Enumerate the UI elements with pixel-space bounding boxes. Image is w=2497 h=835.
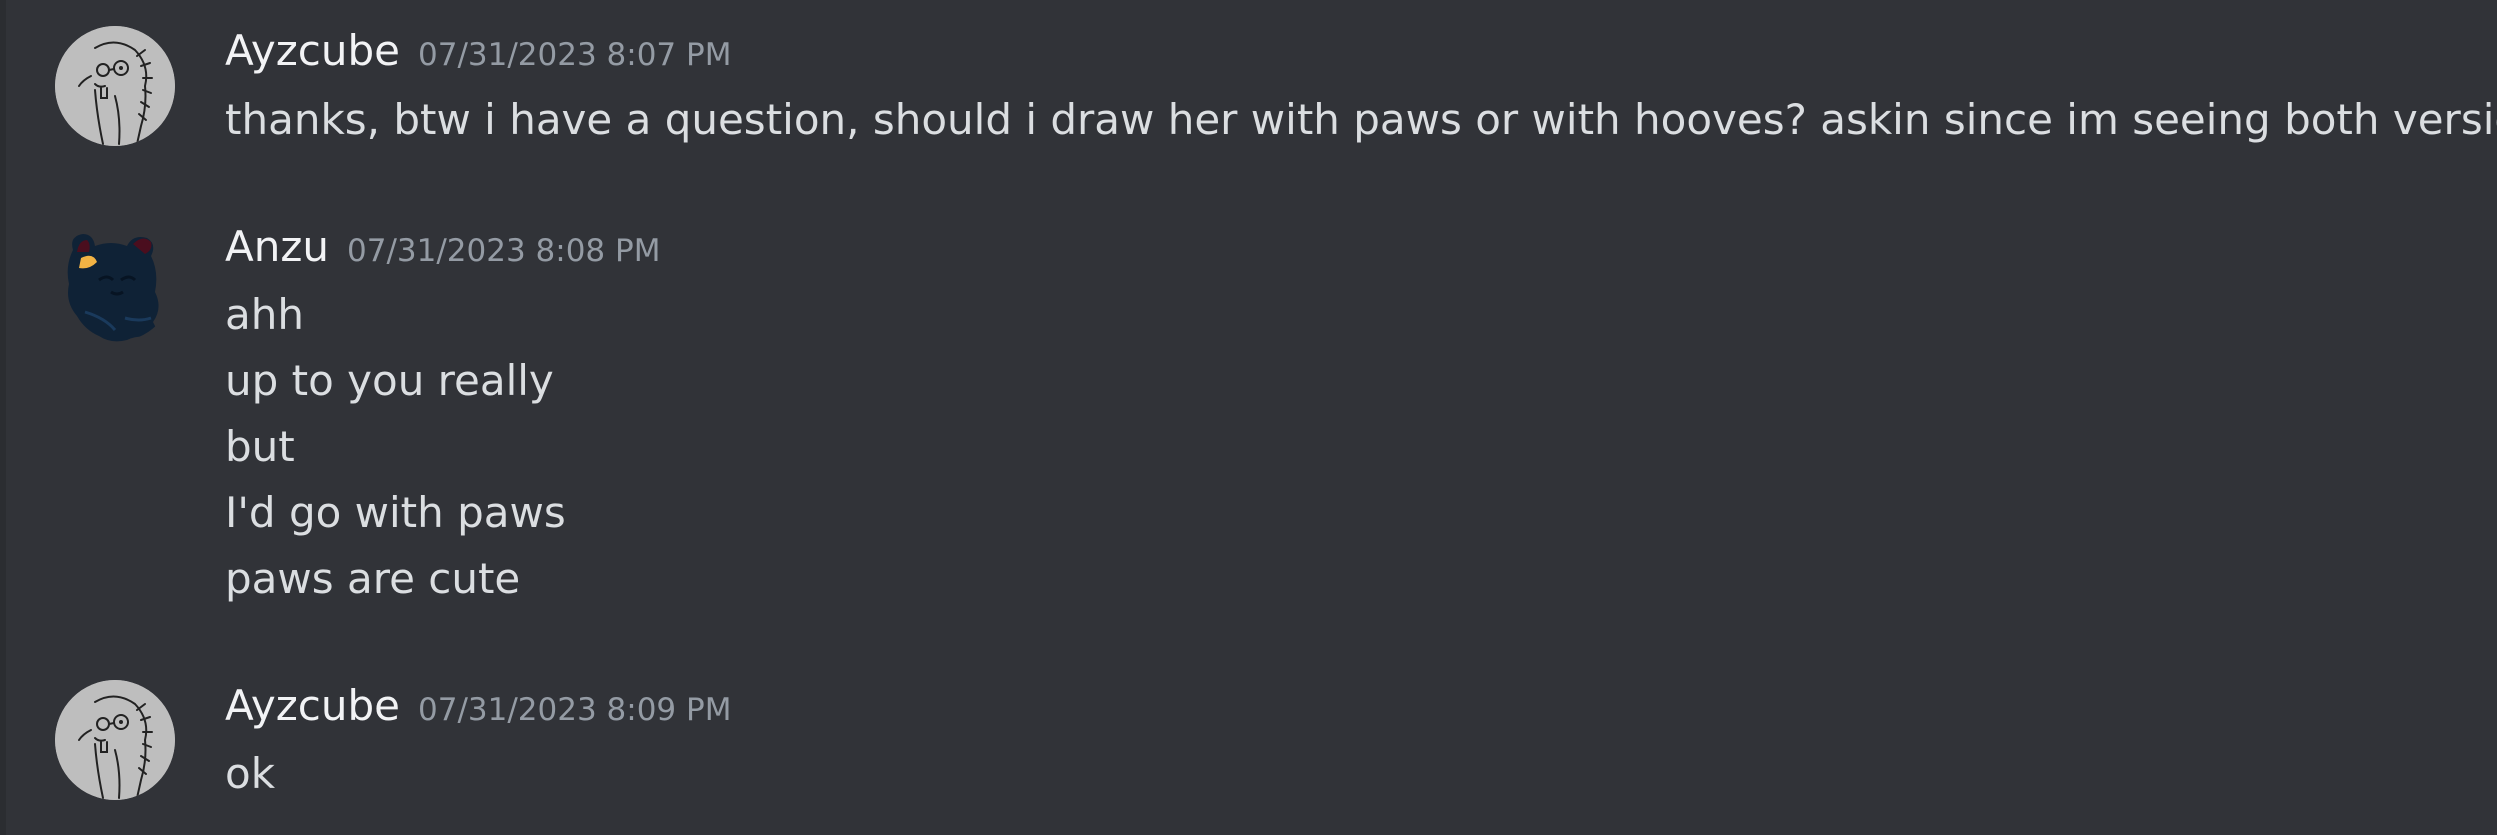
message-header: Anzu 07/31/2023 8:08 PM [225,222,660,271]
message-line: ok [225,749,276,798]
user-avatar[interactable] [55,680,175,800]
message-line: ahh [225,290,304,339]
user-avatar[interactable] [55,26,175,146]
message-line: thanks, btw i have a question, should i … [225,95,2497,144]
message-content: ok [225,741,275,807]
message-line: paws are cute [225,554,521,603]
message-line: but [225,422,295,471]
message-content: ahh up to you really but I'd go with paw… [225,282,566,612]
username[interactable]: Ayzcube [225,26,400,75]
sketch-character-icon [55,26,175,146]
timestamp[interactable]: 07/31/2023 8:08 PM [347,233,660,269]
chat-message-list: Ayzcube 07/31/2023 8:07 PM thanks, btw i … [0,0,2497,835]
username[interactable]: Anzu [225,222,329,271]
dark-creature-icon [67,234,161,342]
message-line: I'd go with paws [225,488,566,537]
sketch-character-icon [55,680,175,800]
username[interactable]: Ayzcube [225,681,400,730]
message-line: up to you really [225,356,554,405]
message-content: thanks, btw i have a question, should i … [225,87,2497,153]
user-avatar[interactable] [55,222,175,342]
timestamp[interactable]: 07/31/2023 8:09 PM [418,692,731,728]
message-header: Ayzcube 07/31/2023 8:07 PM [225,26,731,75]
channel-edge [0,0,6,835]
timestamp[interactable]: 07/31/2023 8:07 PM [418,37,731,73]
message-header: Ayzcube 07/31/2023 8:09 PM [225,681,731,730]
